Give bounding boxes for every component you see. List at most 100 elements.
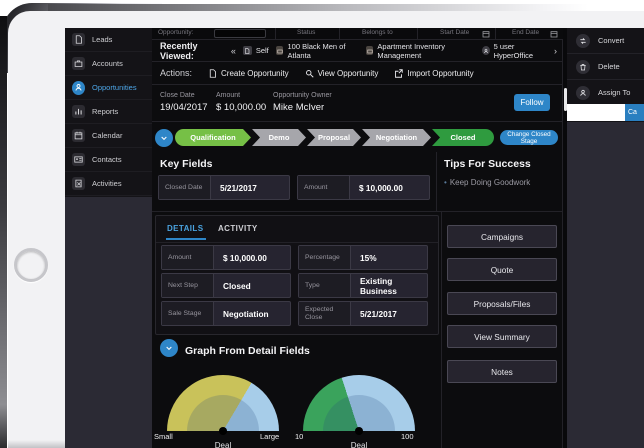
recent-item-self[interactable]: Self <box>243 46 269 55</box>
top-filter-bar: Opportunity: Status Belongs to Start Dat… <box>152 28 563 40</box>
assign-person-icon <box>576 86 590 100</box>
convert-button[interactable]: Convert <box>567 28 644 54</box>
sidebar-item-opportunities[interactable]: Opportunities <box>65 76 152 100</box>
actions-title: Actions: <box>160 68 192 78</box>
sidebar-item-activities[interactable]: Activities <box>65 172 152 196</box>
detail-expected-close-box[interactable]: Expected Close 5/21/2017 <box>298 301 428 326</box>
sidebar-item-contacts[interactable]: Contacts <box>65 148 152 172</box>
collapse-stage-chevron-icon[interactable] <box>155 129 173 147</box>
create-opportunity-button[interactable]: Create Opportunity <box>208 69 289 78</box>
detail-sale-stage-box[interactable]: Sale Stage Negotiation <box>161 301 291 326</box>
calendar-icon <box>72 129 85 142</box>
closed-date-field-box[interactable]: Closed Date 5/21/2017 <box>158 175 290 200</box>
proposals-files-button[interactable]: Proposals/Files <box>447 292 557 315</box>
stage-path: Qualification Demo Proposal Negotiation … <box>152 122 563 152</box>
gauge-max-label: Large <box>260 432 279 441</box>
end-date-column-label: End Date <box>512 29 539 36</box>
reports-chart-icon <box>72 105 85 118</box>
gauge-max-label: 100 <box>401 432 414 441</box>
new-document-icon <box>208 69 217 78</box>
home-button[interactable] <box>14 248 48 282</box>
sidebar-item-calendar[interactable]: Calendar <box>65 124 152 148</box>
main-content: Opportunity: Status Belongs to Start Dat… <box>152 28 563 448</box>
status-column-label: Status <box>297 29 315 36</box>
assign-to-label: Assign To <box>598 88 630 97</box>
left-sidebar-filler <box>65 197 152 448</box>
scroll-left-icon[interactable]: « <box>231 46 236 56</box>
stage-demo[interactable]: Demo <box>252 129 306 146</box>
notes-button[interactable]: Notes <box>447 360 557 383</box>
collapse-graph-chevron-icon[interactable] <box>160 339 178 357</box>
tablet-left-edge <box>0 16 7 448</box>
amount-field: Amount $ 10,000.00 <box>216 92 266 113</box>
detail-next-step-box[interactable]: Next Step Closed <box>161 273 291 298</box>
amount-field-box[interactable]: Amount $ 10,000.00 <box>297 175 430 200</box>
account-icon <box>366 46 374 55</box>
gauge-pivot <box>355 427 363 435</box>
scroll-right-icon[interactable]: › <box>554 46 557 56</box>
recent-item-account-2[interactable]: Apartment Inventory Management <box>366 42 475 60</box>
key-fields-title: Key Fields <box>160 158 213 170</box>
tab-details[interactable]: DETAILS <box>167 224 203 233</box>
import-opportunity-button[interactable]: Import Opportunity <box>394 69 473 78</box>
sidebar-item-reports[interactable]: Reports <box>65 100 152 124</box>
sidebar-item-label: Leads <box>92 35 112 44</box>
key-fields-section: Key Fields Closed Date 5/21/2017 Amount … <box>152 152 563 212</box>
stage-qualification[interactable]: Qualification <box>175 129 251 146</box>
stage-closed[interactable]: Closed <box>432 129 494 146</box>
sidebar-item-leads[interactable]: Leads <box>65 28 152 52</box>
delete-label: Delete <box>598 62 620 71</box>
tip-item: •Keep Doing Goodwork <box>444 178 530 187</box>
change-closed-stage-button[interactable]: Change Closed Stage <box>500 130 558 145</box>
sidebar-item-label: Opportunities <box>92 83 137 92</box>
import-icon <box>394 69 403 78</box>
graph-section-title: Graph From Detail Fields <box>185 345 310 357</box>
bullet-icon: • <box>444 178 447 187</box>
gauge-title: Deal <box>339 441 379 448</box>
detail-percentage-box[interactable]: Percentage 15% <box>298 245 428 270</box>
assign-search-input[interactable] <box>567 104 625 121</box>
sidebar-item-label: Calendar <box>92 131 122 140</box>
tablet-mockup: Leads Accounts Opportunities Reports <box>0 0 644 448</box>
sidebar-item-accounts[interactable]: Accounts <box>65 52 152 76</box>
convert-label: Convert <box>598 36 624 45</box>
view-opportunity-button[interactable]: View Opportunity <box>305 69 379 78</box>
detail-amount-box[interactable]: Amount $ 10,000.00 <box>161 245 291 270</box>
tab-activity[interactable]: ACTIVITY <box>218 224 258 233</box>
search-icon <box>305 69 314 78</box>
delete-button[interactable]: Delete <box>567 54 644 80</box>
stage-negotiation[interactable]: Negotiation <box>362 129 431 146</box>
gauge-min-label: 10 <box>295 432 303 441</box>
campaigns-button[interactable]: Campaigns <box>447 225 557 248</box>
accounts-briefcase-icon <box>72 57 85 70</box>
recently-viewed-title: Recently Viewed: <box>160 41 224 61</box>
opportunity-search-input[interactable] <box>214 29 266 38</box>
opportunities-icon <box>72 81 85 95</box>
assign-to-button[interactable]: Assign To <box>567 80 644 106</box>
quote-button[interactable]: Quote <box>447 258 557 281</box>
stage-proposal[interactable]: Proposal <box>307 129 361 146</box>
recent-item-account-1[interactable]: 100 Black Men of Atlanta <box>276 42 359 60</box>
sidebar-item-label: Reports <box>92 107 118 116</box>
leads-document-icon <box>72 33 85 46</box>
start-date-calendar-icon[interactable] <box>482 30 490 38</box>
detail-type-box[interactable]: Type Existing Business <box>298 273 428 298</box>
assign-search-button[interactable]: Ca <box>625 104 644 121</box>
view-summary-button[interactable]: View Summary <box>447 325 557 348</box>
opportunity-owner-field: Opportunity Owner Mike McIver <box>273 92 332 113</box>
convert-icon <box>576 34 590 48</box>
follow-button[interactable]: Follow <box>514 94 550 111</box>
scrollbar-thumb[interactable] <box>564 88 567 111</box>
gauge-title: Deal <box>203 441 243 448</box>
deal-value-gauge-chart <box>303 375 415 431</box>
recent-item-hyperoffice[interactable]: 5 user HyperOffice <box>482 42 547 60</box>
assign-search-row: Ca <box>567 104 644 122</box>
right-sidebar-filler <box>567 122 644 448</box>
end-date-calendar-icon[interactable] <box>550 30 558 38</box>
belongs-to-column-label: Belongs to <box>362 29 393 36</box>
gauge-pivot <box>219 427 227 435</box>
document-icon <box>243 46 252 55</box>
start-date-column-label: Start Date <box>440 29 469 36</box>
left-sidebar: Leads Accounts Opportunities Reports <box>65 28 152 197</box>
record-summary: Close Date 19/04/2017 Amount $ 10,000.00… <box>152 85 563 122</box>
